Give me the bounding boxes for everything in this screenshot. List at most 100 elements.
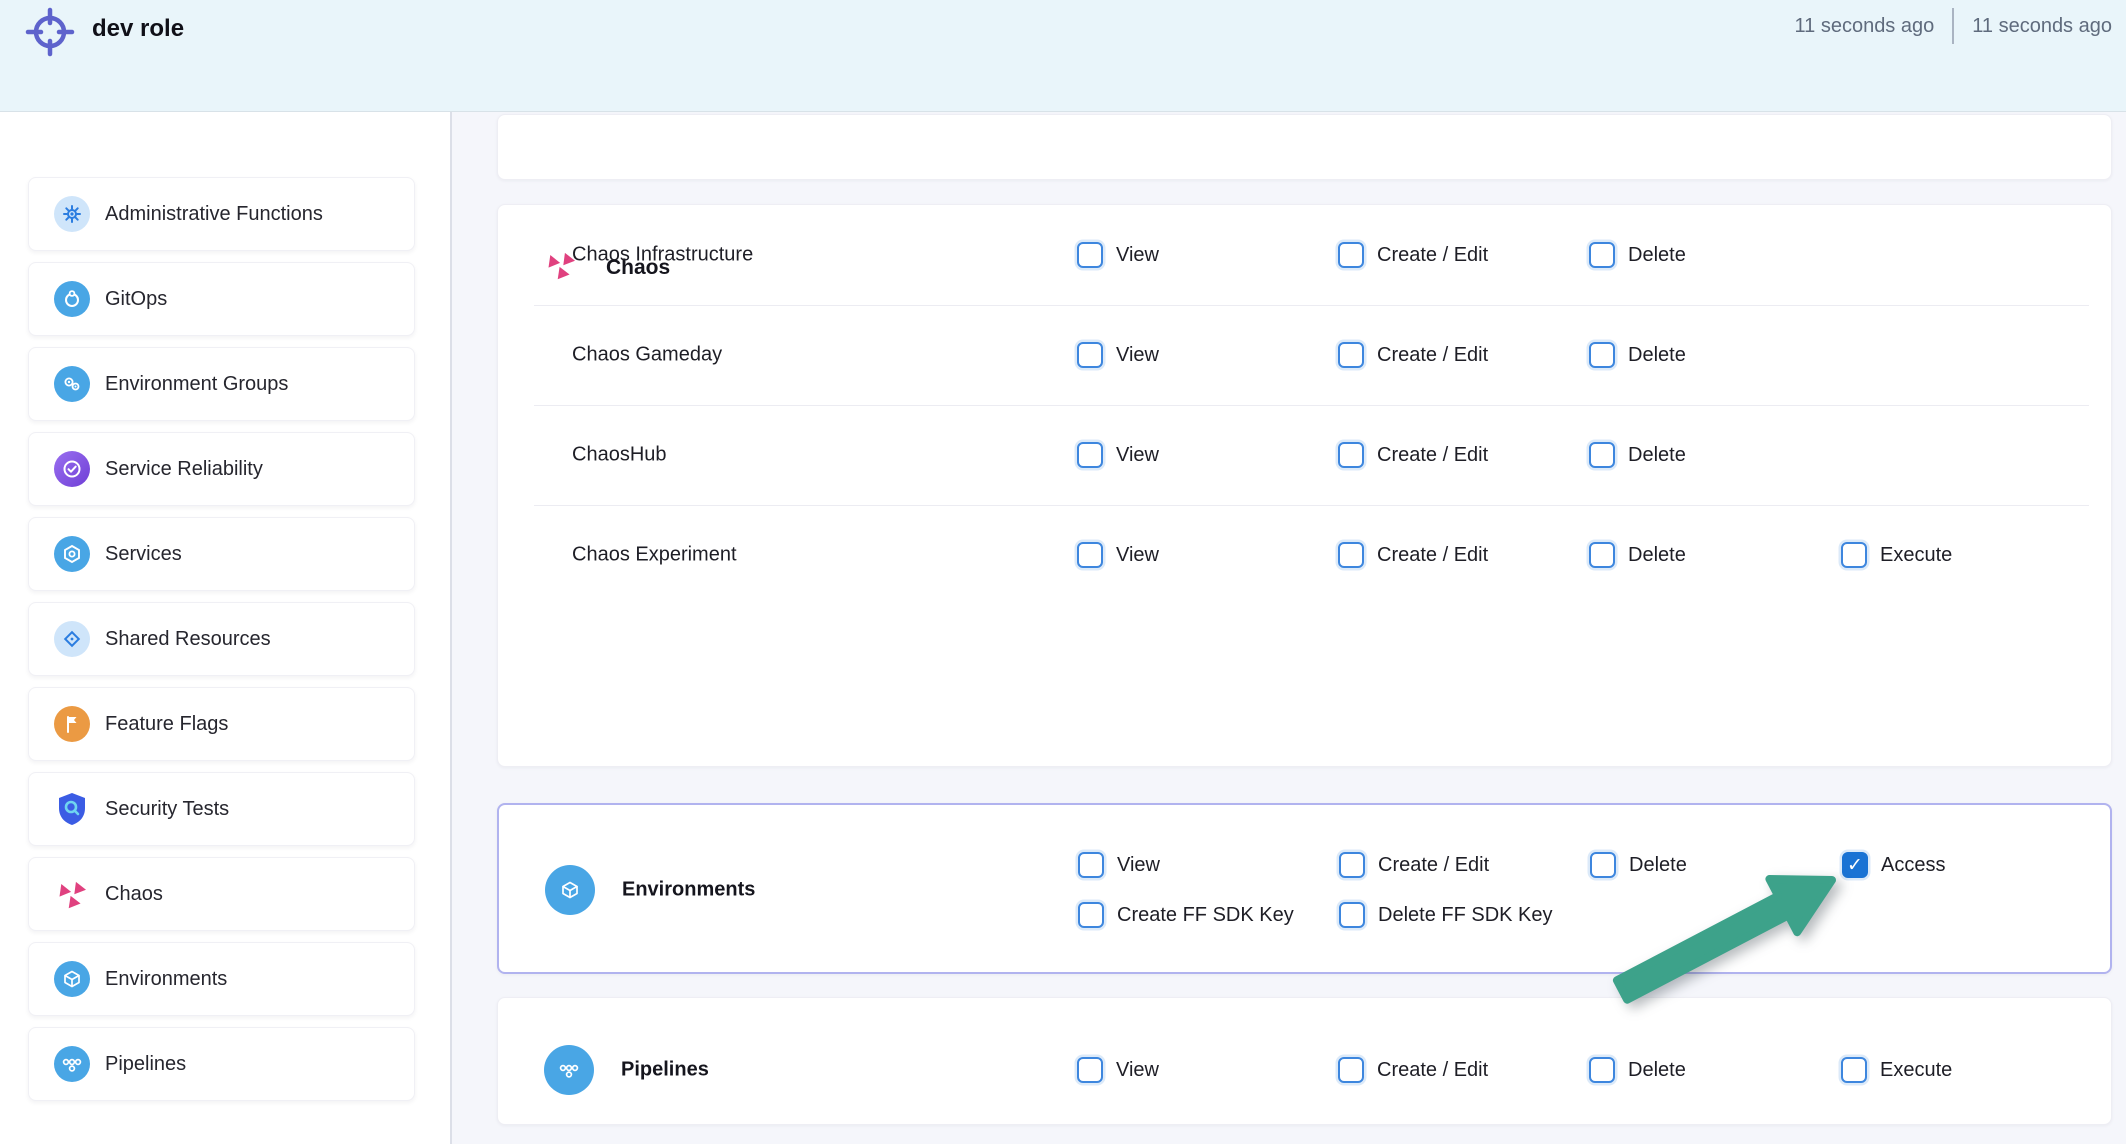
sidebar-item-label: Service Reliability [105, 458, 263, 481]
permission-delete: Delete [1589, 242, 1686, 268]
create-edit-checkbox[interactable] [1338, 1057, 1364, 1083]
security-tests-icon [54, 791, 90, 827]
create-edit-checkbox[interactable] [1339, 852, 1365, 878]
sidebar-item-pipelines[interactable]: Pipelines [28, 1027, 415, 1101]
permission-label[interactable]: Delete [1628, 444, 1686, 467]
sidebar-item-label: Feature Flags [105, 713, 228, 736]
permission-view: View [1077, 1057, 1159, 1083]
pipelines-section-card: Pipelines View Create / Edit Delete Execute [497, 997, 2112, 1125]
sidebar-item-label: Shared Resources [105, 628, 271, 651]
permission-label[interactable]: Create / Edit [1377, 1059, 1488, 1082]
permission-delete: Delete [1589, 442, 1686, 468]
permission-label[interactable]: Create / Edit [1377, 444, 1488, 467]
chaos-section-card: Chaos Chaos InfrastructureViewCreate / E… [497, 204, 2112, 767]
delete-ff-sdk-key-checkbox[interactable] [1339, 902, 1365, 928]
sidebar-item-label: Environment Groups [105, 373, 288, 396]
row-divider [534, 505, 2089, 506]
pipelines-section-title: Pipelines [621, 1059, 709, 1082]
sidebar-item-administrative-functions[interactable]: Administrative Functions [28, 177, 415, 251]
sidebar-item-gitops[interactable]: GitOps [28, 262, 415, 336]
permission-execute: Execute [1841, 1057, 1952, 1083]
permission-delete: Delete [1589, 542, 1686, 568]
permission-label[interactable]: Create / Edit [1378, 854, 1489, 877]
permission-label[interactable]: View [1116, 444, 1159, 467]
feature-flags-icon [54, 706, 90, 742]
row-divider [534, 405, 2089, 406]
resource-category-sidebar: Administrative Functions GitOps Environmen… [0, 112, 452, 1144]
execute-checkbox[interactable] [1841, 1057, 1867, 1083]
environment-groups-icon [54, 366, 90, 402]
created-timestamp: 11 seconds ago [1795, 15, 1935, 38]
sidebar-item-security-tests[interactable]: Security Tests [28, 772, 415, 846]
permission-label[interactable]: View [1116, 344, 1159, 367]
create-edit-checkbox[interactable] [1338, 342, 1364, 368]
timestamps: 11 seconds ago 11 seconds ago [1795, 8, 2113, 44]
execute-checkbox[interactable] [1841, 542, 1867, 568]
permission-label[interactable]: View [1116, 544, 1159, 567]
sidebar-item-chaos[interactable]: Chaos [28, 857, 415, 931]
permission-label[interactable]: Create / Edit [1377, 244, 1488, 267]
view-checkbox[interactable] [1077, 1057, 1103, 1083]
delete-checkbox[interactable] [1589, 542, 1615, 568]
permission-delete: Delete [1589, 342, 1686, 368]
create-edit-checkbox[interactable] [1338, 442, 1364, 468]
permission-create-ff-sdk-key: Create FF SDK Key [1078, 902, 1294, 928]
permission-row-chaoshub: ChaosHubViewCreate / EditDelete [498, 405, 2111, 505]
view-checkbox[interactable] [1078, 852, 1104, 878]
permission-label[interactable]: Delete [1628, 244, 1686, 267]
permission-create-edit: Create / Edit [1338, 542, 1488, 568]
permission-delete-ff-sdk-key: Delete FF SDK Key [1339, 902, 1553, 928]
view-checkbox[interactable] [1077, 442, 1103, 468]
permission-label[interactable]: Access [1881, 854, 1945, 877]
resource-row-label: Chaos Experiment [572, 544, 737, 567]
delete-checkbox[interactable] [1589, 242, 1615, 268]
sidebar-item-label: GitOps [105, 288, 167, 311]
permission-label[interactable]: Create / Edit [1377, 544, 1488, 567]
delete-checkbox[interactable] [1589, 342, 1615, 368]
create-edit-checkbox[interactable] [1338, 242, 1364, 268]
sidebar-item-label: Chaos [105, 883, 163, 906]
gear-icon [54, 196, 90, 232]
pipelines-icon [54, 1046, 90, 1082]
sidebar-item-label: Pipelines [105, 1053, 186, 1076]
permission-label[interactable]: Delete [1628, 344, 1686, 367]
permission-label[interactable]: View [1117, 854, 1160, 877]
updated-timestamp: 11 seconds ago [1972, 15, 2112, 38]
permission-label[interactable]: Execute [1880, 544, 1952, 567]
delete-checkbox[interactable] [1589, 442, 1615, 468]
permission-label[interactable]: Execute [1880, 1059, 1952, 1082]
permission-label[interactable]: Delete [1628, 544, 1686, 567]
sidebar-item-label: Services [105, 543, 182, 566]
sidebar-item-services[interactable]: Services [28, 517, 415, 591]
permission-execute: Execute [1841, 542, 1952, 568]
permission-row-chaos-experiment: Chaos Experiment View Create / Edit Delete E… [498, 505, 2111, 605]
view-checkbox[interactable] [1077, 242, 1103, 268]
view-checkbox[interactable] [1077, 542, 1103, 568]
permission-label[interactable]: Create FF SDK Key [1117, 904, 1294, 927]
sidebar-item-shared-resources[interactable]: Shared Resources [28, 602, 415, 676]
permission-view: View [1078, 852, 1160, 878]
delete-checkbox[interactable] [1589, 1057, 1615, 1083]
permission-row-chaos-gameday: Chaos GamedayViewCreate / EditDelete [498, 305, 2111, 405]
environments-section-title: Environments [622, 879, 755, 902]
environments-section-card: Environments ViewCreate / EditDelete✓Acc… [497, 803, 2112, 974]
permission-label[interactable]: Delete FF SDK Key [1378, 904, 1553, 927]
permission-label[interactable]: Create / Edit [1377, 344, 1488, 367]
permission-create-edit: Create / Edit [1338, 342, 1488, 368]
permission-view: View [1077, 442, 1159, 468]
create-edit-checkbox[interactable] [1338, 542, 1364, 568]
sidebar-item-label: Administrative Functions [105, 203, 323, 226]
sidebar-item-service-reliability[interactable]: Service Reliability [28, 432, 415, 506]
environments-icon [54, 961, 90, 997]
page-header: dev role 11 seconds ago 11 seconds ago [0, 0, 2126, 112]
sidebar-item-environment-groups[interactable]: Environment Groups [28, 347, 415, 421]
page-title: dev role [92, 15, 184, 43]
create-ff-sdk-key-checkbox[interactable] [1078, 902, 1104, 928]
permission-label[interactable]: View [1116, 1059, 1159, 1082]
permission-view: View [1077, 342, 1159, 368]
permission-label[interactable]: Delete [1628, 1059, 1686, 1082]
sidebar-item-feature-flags[interactable]: Feature Flags [28, 687, 415, 761]
sidebar-item-environments[interactable]: Environments [28, 942, 415, 1016]
permission-label[interactable]: View [1116, 244, 1159, 267]
view-checkbox[interactable] [1077, 342, 1103, 368]
